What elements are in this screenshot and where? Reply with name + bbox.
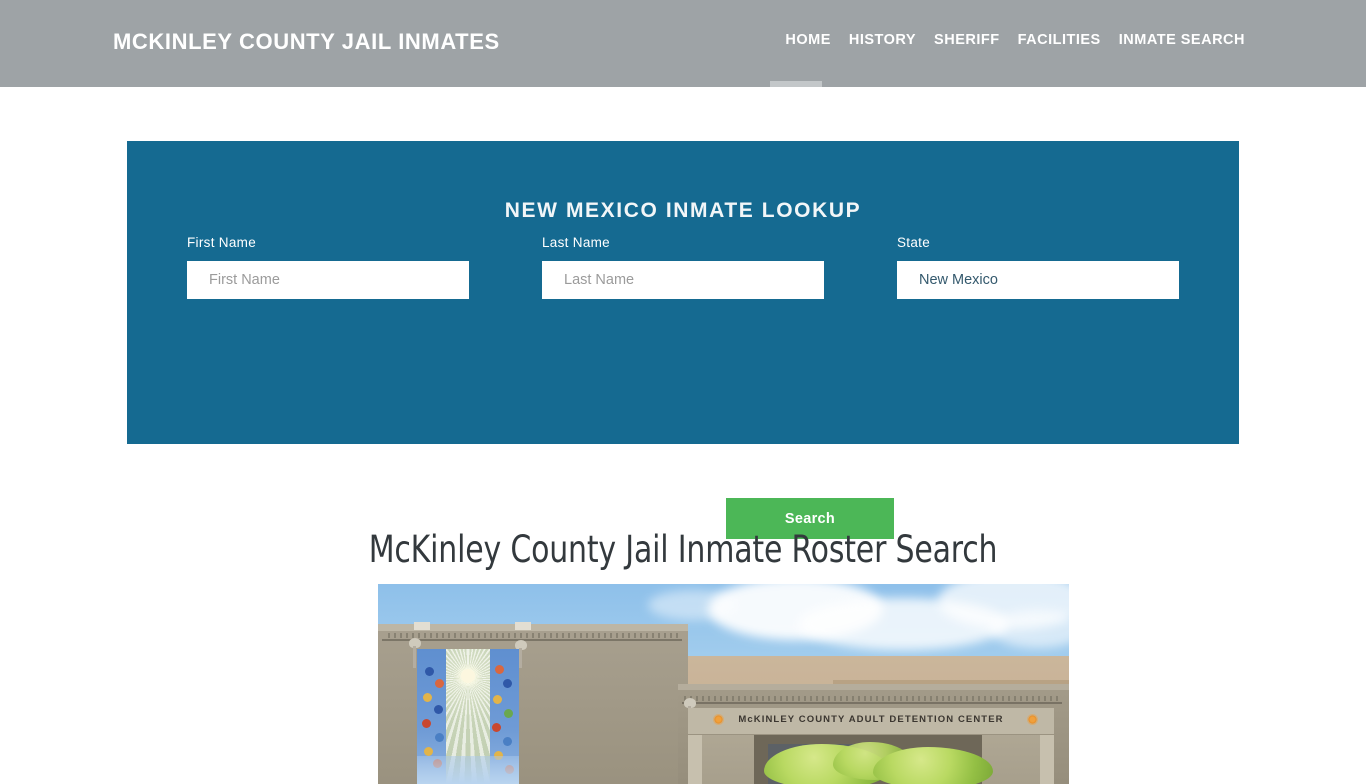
roof-vent: [515, 622, 531, 630]
mural-figure: [495, 665, 504, 674]
cloud-shape: [990, 610, 1069, 648]
state-input[interactable]: [897, 261, 1179, 299]
nav-item-home[interactable]: HOME: [776, 32, 840, 48]
roof-vent: [414, 622, 430, 630]
cloud-shape: [648, 590, 738, 620]
inmate-lookup-panel: NEW MEXICO INMATE LOOKUP First Name Last…: [127, 141, 1239, 539]
field-group-first-name: First Name: [187, 235, 469, 299]
mural-figure: [493, 695, 502, 704]
nav-item-sheriff[interactable]: SHERIFF: [925, 32, 1009, 48]
mural-figure: [425, 667, 434, 676]
facility-photo-image: McKINLEY COUNTY ADULT DETENTION CENTER: [378, 584, 1069, 784]
state-label: State: [897, 235, 931, 250]
wall-rail: [382, 639, 682, 641]
mural-figure: [422, 719, 431, 728]
mural-figure: [503, 737, 512, 746]
first-name-input[interactable]: [187, 261, 469, 299]
site-brand-logo[interactable]: MCKINLEY COUNTY JAIL INMATES: [113, 29, 500, 55]
lamp-post-pole: [519, 648, 522, 668]
page-title: McKinley County Jail Inmate Roster Searc…: [368, 527, 998, 571]
mural-figure: [423, 693, 432, 702]
mural-sun: [461, 669, 475, 683]
lookup-panel-title: NEW MEXICO INMATE LOOKUP: [504, 199, 862, 223]
mural-figure: [434, 705, 443, 714]
wall-cap-right: [678, 684, 1069, 690]
mural-figure: [504, 709, 513, 718]
lamp-post-pole: [413, 646, 416, 668]
nav-item-history[interactable]: HISTORY: [840, 32, 925, 48]
field-group-last-name: Last Name: [542, 235, 824, 299]
nav-item-facilities[interactable]: FACILITIES: [1009, 32, 1110, 48]
mural-figure: [492, 723, 501, 732]
facility-photo: McKINLEY COUNTY ADULT DETENTION CENTER: [378, 584, 1069, 784]
mural-figure: [424, 747, 433, 756]
last-name-label: Last Name: [542, 235, 610, 250]
nav-item-inmate-search[interactable]: INMATE SEARCH: [1110, 32, 1254, 48]
wall-rail: [682, 702, 1062, 704]
first-name-label: First Name: [187, 235, 257, 250]
wall-mural: [417, 649, 519, 784]
mural-figure: [435, 733, 444, 742]
site-header: MCKINLEY COUNTY JAIL INMATES HOME HISTOR…: [0, 0, 1366, 87]
security-wire: [388, 633, 680, 638]
nav-active-indicator: [770, 81, 822, 87]
mural-figure: [503, 679, 512, 688]
security-wire: [684, 696, 1060, 701]
facility-sign-text: McKINLEY COUNTY ADULT DETENTION CENTER: [738, 714, 1004, 725]
mural-lower-band: [417, 756, 519, 784]
mural-figure: [435, 679, 444, 688]
main-navigation: HOME HISTORY SHERIFF FACILITIES INMATE S…: [776, 32, 1254, 48]
last-name-input[interactable]: [542, 261, 824, 299]
field-group-state: State: [897, 235, 1179, 299]
